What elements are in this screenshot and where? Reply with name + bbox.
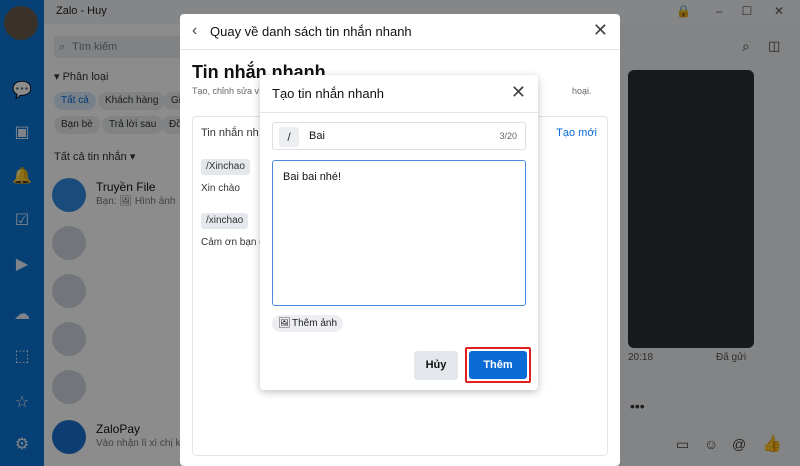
create-new-link[interactable]: Tạo mới xyxy=(556,127,597,139)
quick-message-text: Cảm ơn bạn đ xyxy=(201,237,265,248)
modal-header: ‹ Quay về danh sách tin nhắn nhanh ✕ xyxy=(180,14,620,50)
back-icon[interactable]: ‹ xyxy=(192,22,197,40)
description: Tạo, chỉnh sửa v xyxy=(192,86,260,96)
back-link[interactable]: Quay về danh sách tin nhắn nhanh xyxy=(210,24,412,39)
add-image-button[interactable]: 🖼 Thêm ảnh xyxy=(272,315,343,332)
char-counter: 3/20 xyxy=(499,131,517,141)
shortcut-tag: /xinchao xyxy=(201,213,249,229)
highlight-box: Thêm xyxy=(465,347,531,383)
description-tail: hoại. xyxy=(572,86,592,96)
image-icon: 🖼 xyxy=(278,318,291,329)
close-icon[interactable]: ✕ xyxy=(511,82,526,103)
shortcut-input[interactable]: / Bai 3/20 xyxy=(272,122,526,150)
shortcut-value: Bai xyxy=(309,130,325,142)
add-button[interactable]: Thêm xyxy=(469,351,527,379)
slash-prefix: / xyxy=(279,127,299,147)
quick-message-text: Xin chào xyxy=(201,183,240,194)
dialog-header: Tạo tin nhắn nhanh ✕ xyxy=(260,75,538,113)
add-image-label: Thêm ảnh xyxy=(292,318,338,329)
list-header: Tin nhắn nh xyxy=(201,127,259,139)
message-textarea[interactable]: Bai bai nhé! xyxy=(272,160,526,306)
message-value: Bai bai nhé! xyxy=(283,171,342,183)
shortcut-tag: /Xinchao xyxy=(201,159,250,175)
create-quick-message-dialog: Tạo tin nhắn nhanh ✕ / Bai 3/20 Bai bai … xyxy=(260,75,538,390)
cancel-button[interactable]: Hủy xyxy=(414,351,458,380)
close-icon[interactable]: ✕ xyxy=(593,20,608,41)
dialog-title: Tạo tin nhắn nhanh xyxy=(272,86,385,101)
